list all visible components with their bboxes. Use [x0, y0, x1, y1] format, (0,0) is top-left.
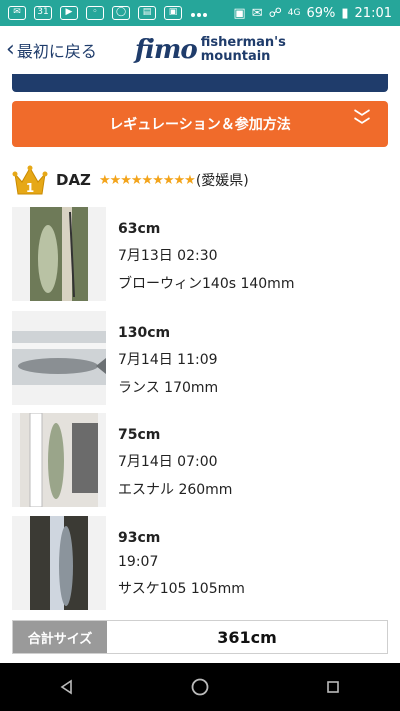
catch-size: 130cm [118, 325, 171, 341]
chevron-left-icon: ‹ [6, 37, 15, 62]
mail-icon: ✉ [251, 5, 263, 21]
catch-lure: サスケ105 105mm [118, 581, 245, 597]
catch-photo[interactable] [12, 516, 106, 610]
catch-lure: エスナル 260mm [118, 482, 233, 498]
user-name[interactable]: DAZ [56, 171, 91, 189]
regulation-label: レギュレーション＆参加方法 [109, 117, 291, 133]
brand-line2: mountain [200, 49, 271, 64]
total-size-row: 合計サイズ 361cm [12, 620, 388, 654]
catch-date: 7月14日 11:09 [118, 352, 218, 368]
catch-size: 93cm [118, 530, 161, 546]
catch-item[interactable]: 63cm 7月13日 02:30 ブローウィン140s 140mm [12, 207, 388, 303]
brand-line1: fisherman's [200, 35, 286, 50]
header-divider-bar [12, 74, 388, 92]
catch-item[interactable]: 130cm 7月14日 11:09 ランス 170mm [12, 311, 388, 407]
total-size-value: 361cm [217, 627, 277, 647]
youtube-icon: ▶ [60, 6, 78, 20]
catch-photo[interactable] [12, 207, 106, 301]
catch-info: 75cm 7月14日 07:00 エスナル 260mm [118, 413, 232, 509]
recents-square-icon [327, 681, 340, 693]
catch-date: 7月13日 02:30 [118, 248, 218, 264]
catch-size: 75cm [118, 427, 161, 443]
line-icon: ◯ [112, 6, 130, 20]
more-notifications-icon [190, 6, 208, 21]
catch-info: 130cm 7月14日 11:09 ランス 170mm [118, 311, 218, 407]
catch-date: 7月14日 07:00 [118, 454, 218, 470]
fimo-logo: fimo [134, 35, 198, 65]
catch-lure: ブローウィン140s 140mm [118, 276, 295, 292]
nav-recents-button[interactable] [318, 672, 348, 702]
brand-text: fisherman's mountain [201, 36, 286, 64]
back-button[interactable]: ‹ 最初に戻る [0, 38, 97, 62]
catch-lure: ランス 170mm [118, 380, 219, 396]
news-icon: ▤ [138, 6, 156, 20]
nfc-icon: ☍ [268, 5, 282, 21]
catch-size: 63cm [118, 221, 161, 237]
home-circle-icon [191, 678, 209, 696]
prefecture: (愛媛県) [195, 173, 249, 189]
status-bar: ✉ 31 ▶ ◦ ◯ ▤ ▣ ▣ ✉ ☍ 4G 69% ▮ 21:01 [0, 0, 400, 26]
catch-item[interactable]: 93cm 19:07 サスケ105 105mm [12, 516, 388, 612]
calendar-icon: 31 [34, 6, 52, 20]
catch-item[interactable]: 75cm 7月14日 07:00 エスナル 260mm [12, 413, 388, 509]
back-label: 最初に戻る [16, 42, 97, 61]
rank-row: 1 DAZ ★★★★★★★★★ (愛媛県) [12, 162, 388, 198]
app-notification-icon: ✉ [8, 6, 26, 20]
catch-photo[interactable] [12, 311, 106, 405]
nav-back-button[interactable] [52, 672, 82, 702]
signal-icon: 4G [287, 8, 301, 18]
battery-icon: ▮ [341, 5, 349, 21]
system-navigation-bar [0, 663, 400, 711]
voicemail-icon: ▣ [233, 5, 246, 21]
app-icon: ◦ [86, 6, 104, 20]
total-size-label: 合計サイズ [13, 621, 107, 653]
regulation-button[interactable]: レギュレーション＆参加方法 ﹀ ﹀ [12, 101, 388, 147]
double-chevron-down-icon: ﹀ ﹀ [353, 108, 370, 135]
battery-text: 69% [306, 5, 336, 21]
star-rating: ★★★★★★★★★ [98, 172, 196, 188]
rank-number: 1 [26, 181, 34, 195]
brand-logo[interactable]: fimo fisherman's mountain [135, 35, 286, 65]
app-bar: ‹ 最初に戻る fimo fisherman's mountain [0, 26, 400, 74]
catch-info: 63cm 7月13日 02:30 ブローウィン140s 140mm [118, 207, 294, 303]
clock: 21:01 [354, 5, 392, 21]
back-triangle-icon [60, 679, 72, 695]
catch-info: 93cm 19:07 サスケ105 105mm [118, 516, 245, 612]
nav-home-button[interactable] [185, 672, 215, 702]
crown-icon: 1 [12, 162, 48, 198]
image-icon: ▣ [164, 6, 182, 20]
catch-photo[interactable] [12, 413, 106, 507]
catch-date: 19:07 [118, 554, 159, 570]
